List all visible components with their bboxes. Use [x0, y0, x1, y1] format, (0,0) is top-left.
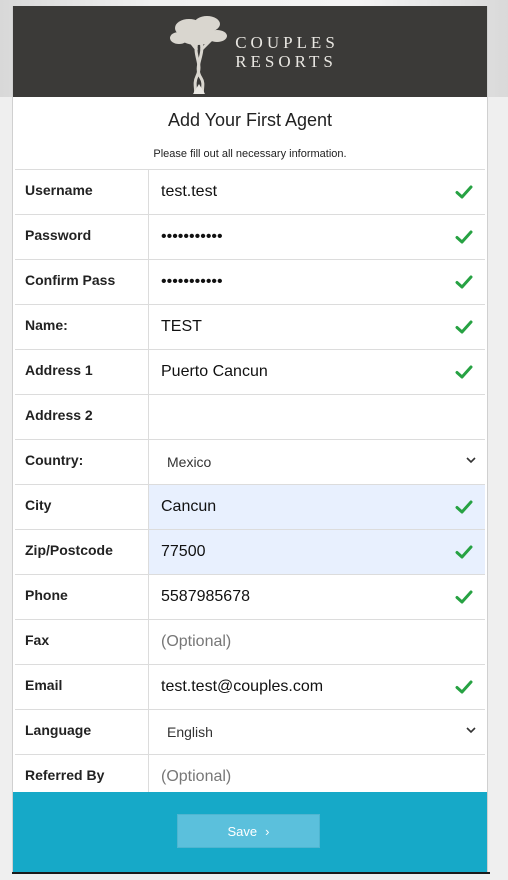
field-label: Address 2 — [15, 395, 149, 439]
confirm-pass-input[interactable]: ••••••••••• — [149, 260, 485, 304]
page-subtitle: Please fill out all necessary informatio… — [153, 148, 347, 160]
form-row-password: Password ••••••••••• — [15, 215, 485, 260]
tree-icon — [170, 15, 228, 94]
country-select[interactable]: Mexico — [149, 440, 485, 484]
checkmark-icon — [455, 365, 473, 379]
form-row-email: Email test.test@couples.com — [15, 665, 485, 710]
field-value: test.test — [161, 183, 218, 200]
address-2-input[interactable] — [149, 395, 485, 439]
field-placeholder: (Optional) — [161, 768, 232, 785]
form-row-country: Country: Mexico — [15, 440, 485, 485]
chevron-down-icon — [466, 727, 476, 734]
email-input[interactable]: test.test@couples.com — [149, 665, 485, 709]
signup-card: COUPLES RESORTS Add Your First Agent Ple… — [12, 6, 488, 872]
field-value: test.test@couples.com — [161, 678, 324, 695]
brand-line-1: COUPLES — [235, 32, 339, 52]
chevron-right-icon: › — [265, 823, 270, 839]
field-placeholder: (Optional) — [161, 633, 232, 650]
form-row-phone: Phone 5587985678 — [15, 575, 485, 620]
field-label: Country: — [15, 440, 149, 484]
phone-input[interactable]: 5587985678 — [149, 575, 485, 619]
checkmark-icon — [455, 275, 473, 289]
checkmark-icon — [455, 545, 473, 559]
field-label: Phone — [15, 575, 149, 619]
page-title: Add Your First Agent — [167, 110, 333, 130]
field-label: Address 1 — [15, 350, 149, 394]
field-label: Name: — [15, 305, 149, 349]
checkmark-icon — [455, 320, 473, 334]
field-label: Email — [15, 665, 149, 709]
save-button[interactable]: Save › — [177, 814, 320, 848]
field-label: Zip/Postcode — [15, 530, 149, 574]
chevron-down-icon — [466, 457, 476, 464]
checkmark-icon — [455, 230, 473, 244]
field-value: 5587985678 — [161, 588, 250, 605]
address-1-input[interactable]: Puerto Cancun — [149, 350, 485, 394]
field-label: Confirm Pass — [15, 260, 149, 304]
form-row-address-2: Address 2 — [15, 395, 485, 440]
zip-postcode-input[interactable]: 77500 — [149, 530, 485, 574]
checkmark-icon — [455, 590, 473, 604]
password-input[interactable]: ••••••••••• — [149, 215, 485, 259]
field-value: English — [167, 724, 213, 740]
language-select[interactable]: English — [149, 710, 485, 754]
couples-resorts-logo: COUPLES RESORTS — [167, 10, 339, 94]
field-label: City — [15, 485, 149, 529]
form-row-zip-postcode: Zip/Postcode 77500 — [15, 530, 485, 575]
field-value: Puerto Cancun — [161, 363, 268, 380]
field-label: Password — [15, 215, 149, 259]
field-label: Username — [15, 170, 149, 214]
checkmark-icon — [455, 680, 473, 694]
save-button-label: Save — [227, 823, 258, 839]
form-row-address-1: Address 1 Puerto Cancun — [15, 350, 485, 395]
form-row-city: City Cancun — [15, 485, 485, 530]
username-input[interactable]: test.test — [149, 170, 485, 214]
brand-header: COUPLES RESORTS — [13, 6, 487, 97]
form-row-name: Name: TEST — [15, 305, 485, 350]
field-value: Cancun — [161, 498, 217, 515]
form-row-username: Username test.test — [15, 170, 485, 215]
agent-form: Username test.test Password ••••••••••• Conf… — [15, 169, 485, 800]
checkmark-icon — [455, 185, 473, 199]
field-value: Mexico — [167, 454, 212, 470]
checkmark-icon — [455, 500, 473, 514]
brand-line-2: RESORTS — [235, 51, 337, 71]
form-row-confirm-pass: Confirm Pass ••••••••••• — [15, 260, 485, 305]
field-label: Fax — [15, 620, 149, 664]
city-input[interactable]: Cancun — [149, 485, 485, 529]
form-row-language: Language English — [15, 710, 485, 755]
field-value: ••••••••••• — [161, 273, 223, 290]
bottom-border — [12, 872, 490, 874]
field-value: ••••••••••• — [161, 228, 223, 245]
field-label: Language — [15, 710, 149, 754]
name-input[interactable]: TEST — [149, 305, 485, 349]
field-value: 77500 — [161, 543, 206, 560]
fax-input[interactable]: (Optional) — [149, 620, 485, 664]
field-value: TEST — [161, 318, 202, 335]
form-row-fax: Fax (Optional) — [15, 620, 485, 665]
form-footer: Save › — [13, 792, 487, 872]
